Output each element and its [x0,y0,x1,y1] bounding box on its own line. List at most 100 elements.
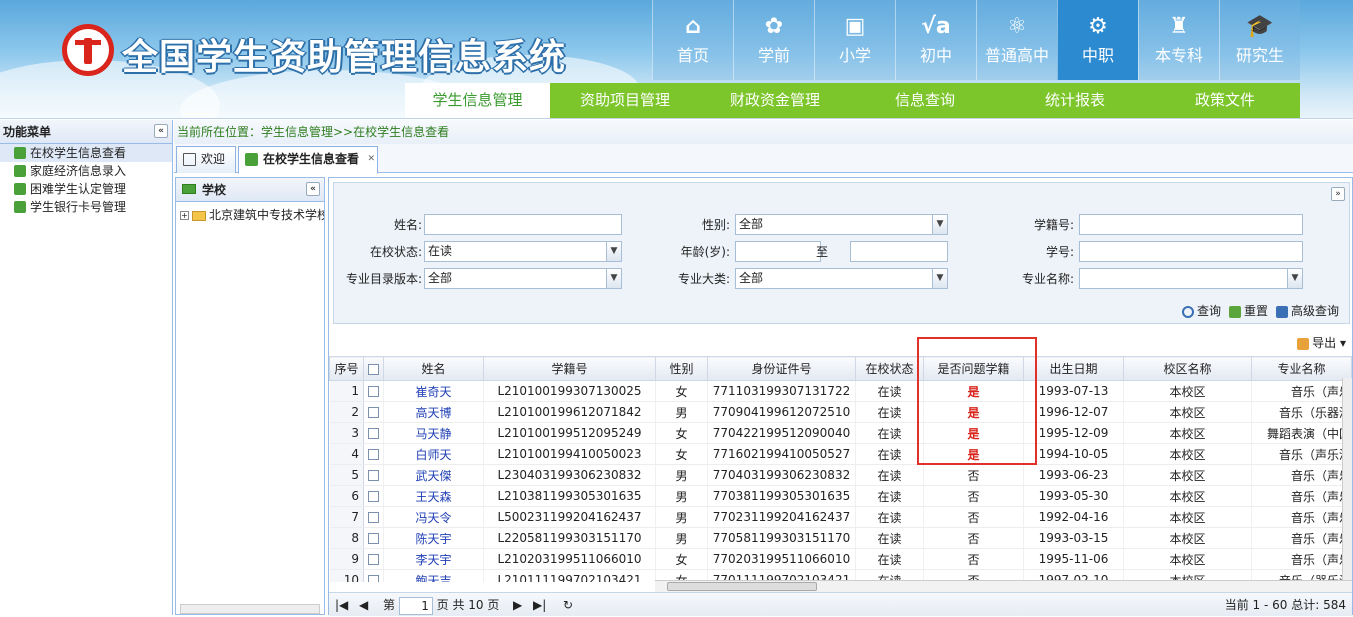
age-to-input[interactable] [850,241,948,262]
table-cell[interactable]: 崔奇天 [383,380,484,402]
row-checkbox[interactable] [363,380,384,402]
checkbox[interactable] [368,470,379,481]
table-row[interactable]: 8 陈天宇 L220581199303151170 男 7705811993031511… [329,527,1352,549]
table-cell[interactable]: 王天森 [383,485,484,507]
table-row[interactable]: 9 李天宇 L210203199511066010 女 7702031995110660… [329,548,1352,570]
nav-graduate[interactable]: 🎓 研究生 [1219,0,1300,80]
next-page-icon[interactable]: ▶ [513,593,522,617]
row-checkbox[interactable] [363,464,384,486]
refresh-icon[interactable]: ↻ [563,593,573,617]
row-checkbox[interactable] [363,485,384,507]
col-select-all[interactable] [363,356,384,381]
page-input[interactable]: 1 [398,596,433,615]
col-name[interactable]: 姓名 [383,356,484,381]
menu-item-hardship[interactable]: 困难学生认定管理 [0,180,172,198]
checkbox[interactable] [368,428,379,439]
row-checkbox[interactable] [363,569,384,582]
grid-hscroll[interactable] [655,580,1352,592]
nav-senior[interactable]: ⚛ 普通高中 [976,0,1057,80]
row-checkbox[interactable] [363,527,384,549]
table-row[interactable]: 3 马天静 L210100199512095249 女 7704221995120900… [329,422,1352,444]
row-checkbox[interactable] [363,443,384,465]
nav-preschool[interactable]: ✿ 学前 [733,0,814,80]
school-scrollbar[interactable] [180,604,320,614]
table-cell[interactable]: 冯天令 [383,506,484,528]
col-campus[interactable]: 校区名称 [1123,356,1252,381]
checkbox[interactable] [368,363,379,375]
gender-select[interactable]: 全部 ▼ [735,214,948,235]
table-row[interactable]: 1 崔奇天 L210100199307130025 女 7711031993071317… [329,380,1352,402]
nav-college[interactable]: ♜ 本专科 [1138,0,1219,80]
query-button[interactable]: 查询 [1181,302,1221,320]
nav-vocational[interactable]: ⚙ 中职 [1057,0,1138,80]
menu-item-family-econ[interactable]: 家庭经济信息录入 [0,162,172,180]
school-node[interactable]: 北京建筑中专技术学校 [209,208,324,222]
checkbox[interactable] [368,512,379,523]
grid-vscroll[interactable] [1342,378,1352,583]
row-checkbox[interactable] [363,506,384,528]
tab-student-view[interactable]: 在校学生信息查看 ✕ [238,146,378,174]
last-page-icon[interactable]: ▶| [533,593,546,617]
subnav-finance[interactable]: 财政资金管理 [700,83,850,118]
col-gender[interactable]: 性别 [655,356,708,381]
advanced-query-button[interactable]: 高级查询 [1275,302,1339,320]
col-xjh[interactable]: 学籍号 [483,356,656,381]
collapse-search-icon[interactable]: » [1331,187,1345,201]
table-row[interactable]: 5 武天傑 L230403199306230832 男 7704031993062308… [329,464,1352,486]
table-cell[interactable]: 李天宇 [383,548,484,570]
table-cell: L210100199612071842 [483,401,656,423]
table-row[interactable]: 6 王天森 L210381199305301635 男 7703811993053016… [329,485,1352,507]
col-birth[interactable]: 出生日期 [1023,356,1124,381]
row-checkbox[interactable] [363,422,384,444]
close-icon[interactable]: ✕ [367,147,375,172]
collapse-school-icon[interactable]: « [306,182,320,196]
table-row[interactable]: 2 高天博 L210100199612071842 男 7709041996120725… [329,401,1352,423]
table-row[interactable]: 4 白师天 L210100199410050023 女 7716021994100505… [329,443,1352,465]
name-input[interactable] [424,214,622,235]
table-cell[interactable]: 鲍天吉 [383,569,484,582]
prev-page-icon[interactable]: ◀ [359,593,368,617]
col-major[interactable]: 专业名称 [1251,356,1352,381]
nav-primary[interactable]: ▣ 小学 [814,0,895,80]
version-select[interactable]: 全部 ▼ [424,268,622,289]
table-row[interactable]: 7 冯天令 L500231199204162437 男 7702311992041624… [329,506,1352,528]
category-select[interactable]: 全部 ▼ [735,268,948,289]
chevron-down-icon: ▼ [606,269,621,288]
table-cell[interactable]: 陈天宇 [383,527,484,549]
subnav-query[interactable]: 信息查询 [850,83,1000,118]
major-select[interactable]: ▼ [1079,268,1303,289]
subnav-reports[interactable]: 统计报表 [1000,83,1150,118]
xh-input[interactable] [1079,241,1303,262]
export-button[interactable]: 导出 ▾ [1297,334,1346,351]
checkbox[interactable] [368,533,379,544]
collapse-left-icon[interactable]: « [154,124,168,138]
table-cell[interactable]: 马天静 [383,422,484,444]
checkbox[interactable] [368,407,379,418]
status-select[interactable]: 在读 ▼ [424,241,622,262]
first-page-icon[interactable]: |◀ [335,593,348,617]
table-cell: 7 [329,506,364,528]
nav-junior[interactable]: √a 初中 [895,0,976,80]
subnav-student-info[interactable]: 学生信息管理 [405,83,550,118]
checkbox[interactable] [368,386,379,397]
col-id[interactable]: 身份证件号 [707,356,856,381]
reset-button[interactable]: 重置 [1228,302,1268,320]
menu-item-student-view[interactable]: 在校学生信息查看 [0,144,172,162]
checkbox[interactable] [368,575,379,582]
checkbox[interactable] [368,554,379,565]
menu-item-bank-card[interactable]: 学生银行卡号管理 [0,198,172,216]
table-cell[interactable]: 白师天 [383,443,484,465]
checkbox[interactable] [368,449,379,460]
subnav-policy[interactable]: 政策文件 [1150,83,1300,118]
row-checkbox[interactable] [363,548,384,570]
row-checkbox[interactable] [363,401,384,423]
table-cell[interactable]: 武天傑 [383,464,484,486]
expand-icon[interactable]: + [180,211,189,220]
col-status[interactable]: 在校状态 [855,356,924,381]
tab-welcome[interactable]: 欢迎 [176,146,236,173]
subnav-aid-projects[interactable]: 资助项目管理 [550,83,700,118]
table-cell[interactable]: 高天博 [383,401,484,423]
xjh-input[interactable] [1079,214,1303,235]
nav-home[interactable]: ⌂ 首页 [652,0,733,80]
checkbox[interactable] [368,491,379,502]
